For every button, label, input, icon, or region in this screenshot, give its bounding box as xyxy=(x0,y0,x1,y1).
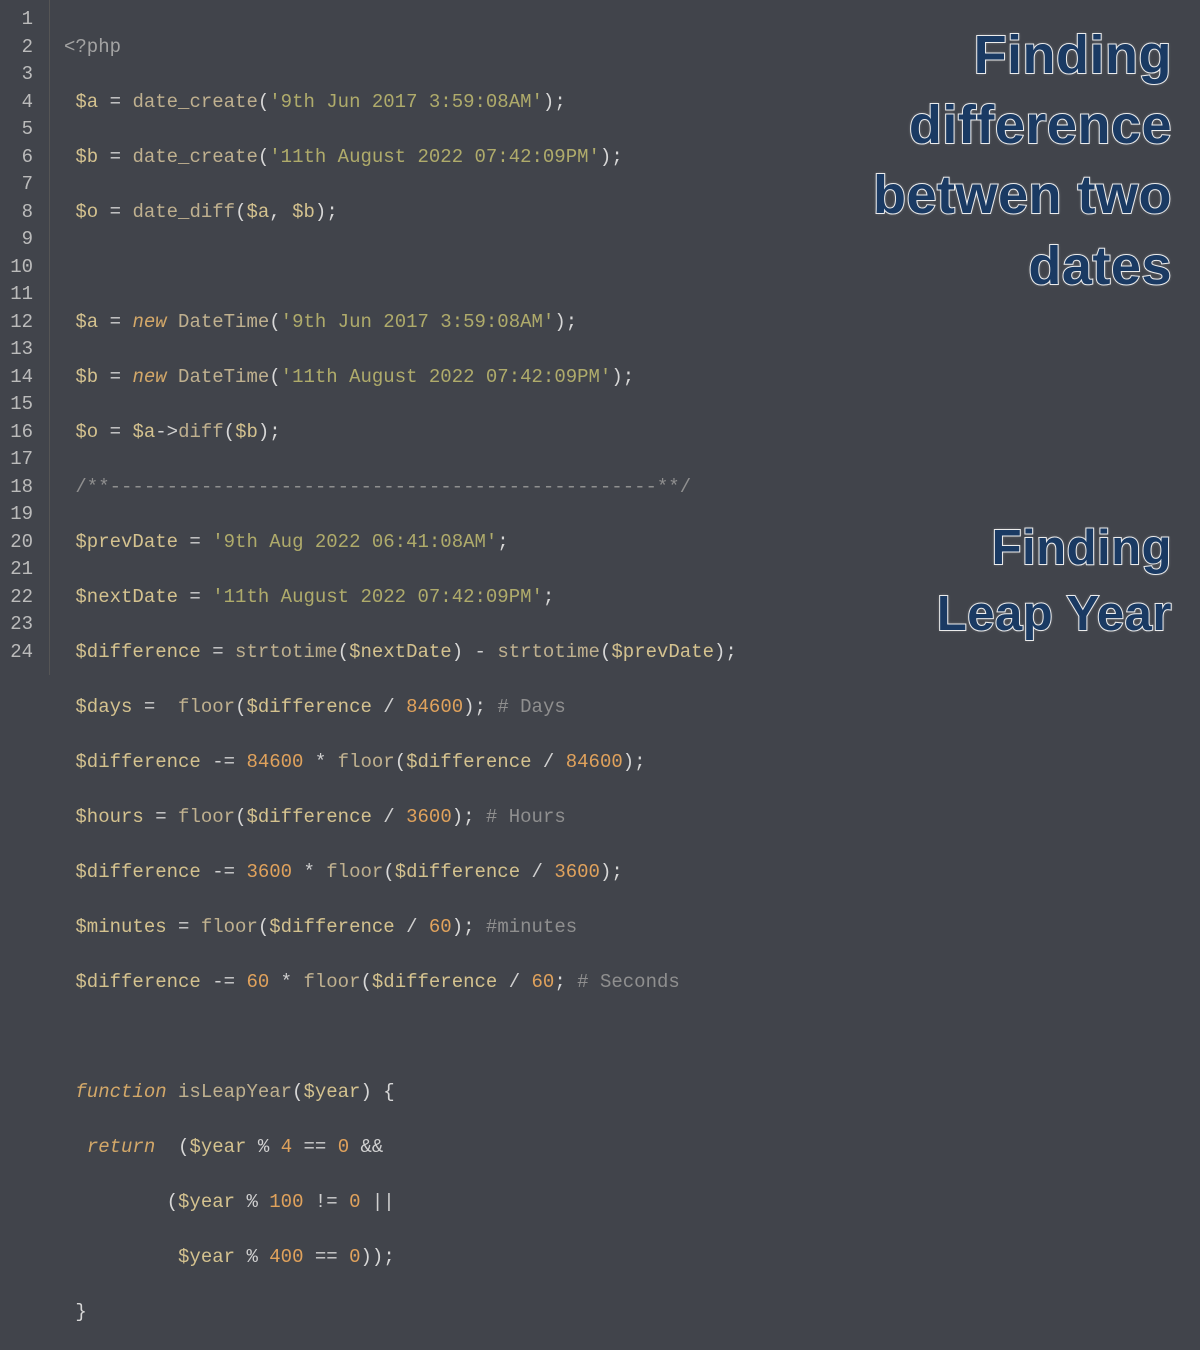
line-number: 20 xyxy=(6,529,37,557)
line-number: 14 xyxy=(6,364,37,392)
code-line: function isLeapYear($year) { xyxy=(64,1079,737,1107)
overlay-line: dates xyxy=(873,231,1172,301)
code-line: $hours = floor($difference / 3600); # Ho… xyxy=(64,804,737,832)
overlay-line: Leap Year xyxy=(937,581,1172,647)
line-number: 21 xyxy=(6,556,37,584)
code-line: } xyxy=(64,1299,737,1327)
code-line: $a = date_create('9th Jun 2017 3:59:08AM… xyxy=(64,89,737,117)
line-number: 23 xyxy=(6,611,37,639)
line-number-gutter: 1 2 3 4 5 6 7 8 9 10 11 12 13 14 15 16 1… xyxy=(0,0,50,675)
line-number: 24 xyxy=(6,639,37,667)
code-line xyxy=(64,254,737,282)
overlay-line: betwen two xyxy=(873,160,1172,230)
code-line: return ($year % 4 == 0 && xyxy=(64,1134,737,1162)
overlay-line: Finding xyxy=(937,515,1172,581)
code-line: <?php xyxy=(64,34,737,62)
line-number: 22 xyxy=(6,584,37,612)
code-line: $days = floor($difference / 84600); # Da… xyxy=(64,694,737,722)
line-number: 2 xyxy=(6,34,37,62)
code-line: $difference -= 60 * floor($difference / … xyxy=(64,969,737,997)
line-number: 17 xyxy=(6,446,37,474)
line-number: 19 xyxy=(6,501,37,529)
line-number: 8 xyxy=(6,199,37,227)
code-line: /**-------------------------------------… xyxy=(64,474,737,502)
line-number: 10 xyxy=(6,254,37,282)
overlay-line: difference xyxy=(873,90,1172,160)
line-number: 13 xyxy=(6,336,37,364)
title-overlay-top: Finding difference betwen two dates xyxy=(873,20,1172,301)
line-number: 15 xyxy=(6,391,37,419)
code-content[interactable]: <?php $a = date_create('9th Jun 2017 3:5… xyxy=(50,0,737,675)
code-line: $a = new DateTime('9th Jun 2017 3:59:08A… xyxy=(64,309,737,337)
overlay-line: Finding xyxy=(873,20,1172,90)
line-number: 16 xyxy=(6,419,37,447)
code-line: ($year % 100 != 0 || xyxy=(64,1189,737,1217)
code-line xyxy=(64,1024,737,1052)
line-number: 1 xyxy=(6,6,37,34)
line-number: 11 xyxy=(6,281,37,309)
line-number: 12 xyxy=(6,309,37,337)
code-line: $difference -= 84600 * floor($difference… xyxy=(64,749,737,777)
line-number: 9 xyxy=(6,226,37,254)
code-line: $o = $a->diff($b); xyxy=(64,419,737,447)
code-line: $b = new DateTime('11th August 2022 07:4… xyxy=(64,364,737,392)
code-line: $o = date_diff($a, $b); xyxy=(64,199,737,227)
code-line: $nextDate = '11th August 2022 07:42:09PM… xyxy=(64,584,737,612)
code-line: $year % 400 == 0)); xyxy=(64,1244,737,1272)
code-line: $prevDate = '9th Aug 2022 06:41:08AM'; xyxy=(64,529,737,557)
line-number: 4 xyxy=(6,89,37,117)
code-line: $minutes = floor($difference / 60); #min… xyxy=(64,914,737,942)
line-number: 18 xyxy=(6,474,37,502)
line-number: 6 xyxy=(6,144,37,172)
line-number: 7 xyxy=(6,171,37,199)
code-line: $difference = strtotime($nextDate) - str… xyxy=(64,639,737,667)
code-line: $b = date_create('11th August 2022 07:42… xyxy=(64,144,737,172)
code-line: $difference -= 3600 * floor($difference … xyxy=(64,859,737,887)
line-number: 5 xyxy=(6,116,37,144)
title-overlay-bottom: Finding Leap Year xyxy=(937,515,1172,647)
line-number: 3 xyxy=(6,61,37,89)
